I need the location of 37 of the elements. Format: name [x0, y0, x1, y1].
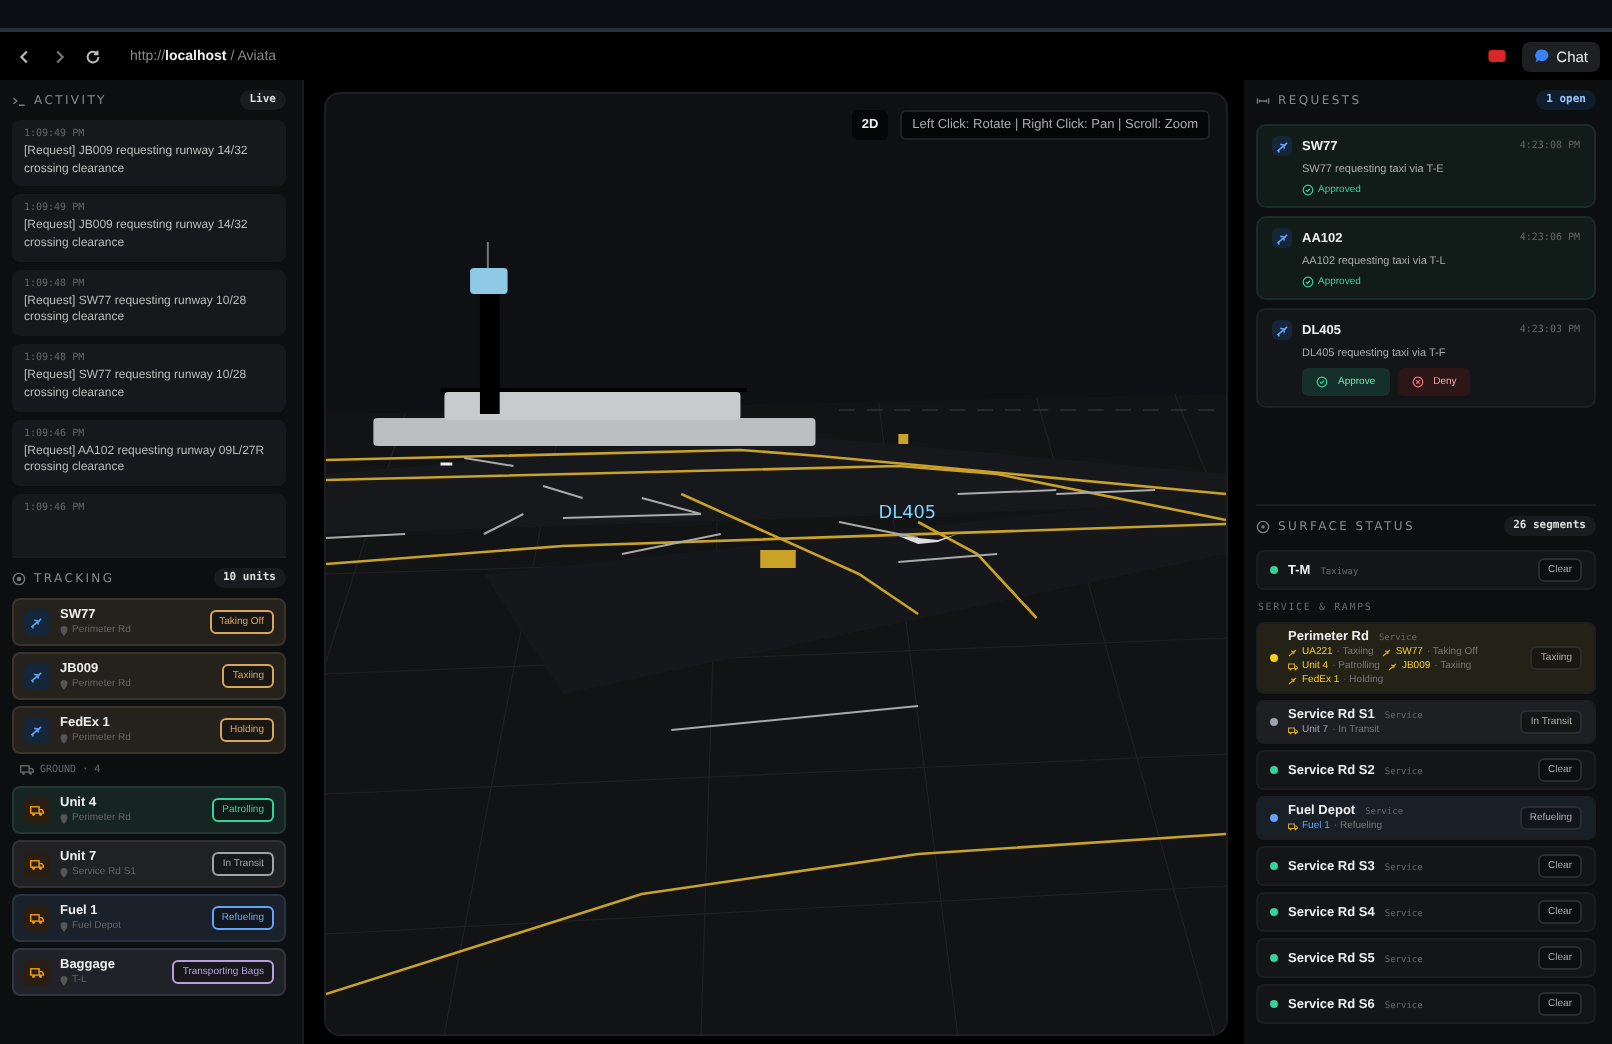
location-pin-icon	[60, 679, 68, 689]
airplane-icon	[1288, 675, 1298, 685]
location-pin-icon	[60, 975, 68, 985]
truck-icon	[20, 764, 34, 776]
location-pin-icon	[60, 733, 68, 743]
check-circle-icon	[1316, 376, 1328, 388]
airplane-icon	[30, 615, 44, 629]
truck-icon	[1288, 725, 1298, 735]
location-pin-icon	[60, 625, 68, 635]
truck-icon	[30, 965, 44, 979]
target-icon	[1256, 519, 1270, 533]
airplane-icon	[1381, 647, 1392, 657]
airplane-icon	[1387, 661, 1398, 671]
airplane-icon	[1275, 139, 1289, 153]
truck-icon	[30, 803, 44, 817]
radar-icon	[12, 571, 26, 585]
truck-icon	[30, 911, 44, 925]
airplane-icon	[30, 723, 44, 737]
chat-bubble-icon	[1534, 48, 1551, 64]
airplane-icon	[1288, 647, 1298, 657]
airplane-icon	[30, 669, 44, 683]
truck-icon	[1288, 661, 1298, 671]
check-circle-icon	[1302, 276, 1314, 288]
terminal-icon	[12, 93, 26, 107]
x-circle-icon	[1411, 376, 1424, 388]
notification-icon[interactable]	[1488, 50, 1507, 62]
location-pin-icon	[60, 921, 68, 931]
airplane-icon	[1275, 231, 1289, 245]
airplane-icon	[1275, 323, 1289, 337]
location-pin-icon	[60, 867, 68, 877]
truck-icon	[30, 857, 44, 871]
location-pin-icon	[60, 813, 68, 823]
aircraft-label: DL405	[878, 503, 937, 525]
check-circle-icon	[1302, 184, 1314, 196]
dumbbell-icon	[1256, 93, 1270, 107]
reload-icon[interactable]	[84, 47, 102, 65]
truck-icon	[1288, 821, 1298, 831]
